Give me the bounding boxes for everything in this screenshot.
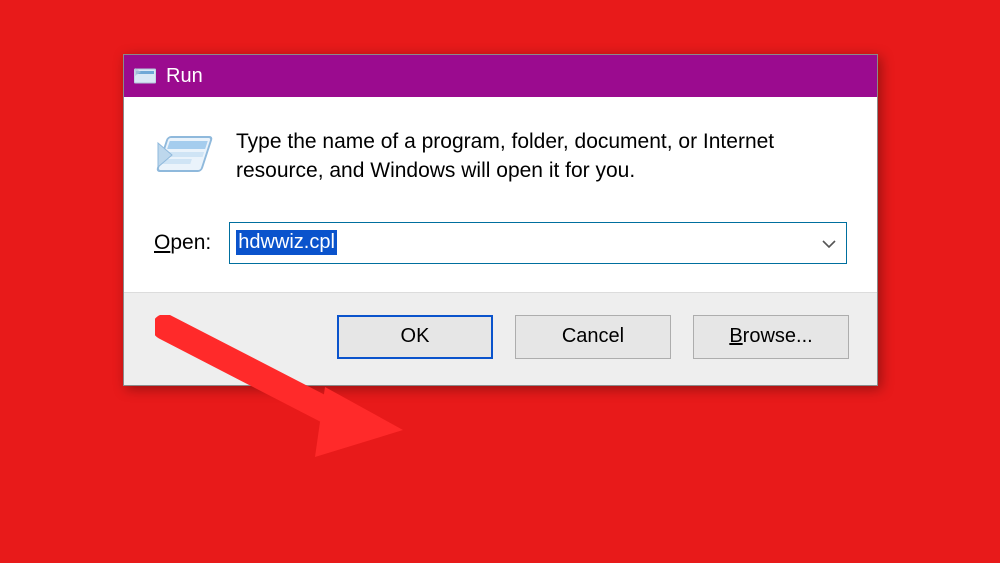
run-program-icon (154, 131, 214, 183)
dialog-body: Type the name of a program, folder, docu… (124, 97, 877, 292)
cancel-button[interactable]: Cancel (515, 315, 671, 359)
ok-button[interactable]: OK (337, 315, 493, 359)
chevron-down-icon[interactable] (822, 235, 836, 251)
titlebar-title: Run (166, 65, 203, 88)
button-bar: OK Cancel Browse... (124, 292, 877, 385)
open-combobox[interactable]: hdwwiz.cpl (229, 222, 847, 264)
open-label: Open: (154, 231, 211, 255)
instruction-text: Type the name of a program, folder, docu… (236, 127, 816, 186)
titlebar[interactable]: Run (124, 55, 877, 97)
browse-button[interactable]: Browse... (693, 315, 849, 359)
run-dialog: Run Type the name of a program, folder, … (123, 54, 878, 386)
run-titlebar-icon (134, 67, 156, 85)
open-combobox-value: hdwwiz.cpl (236, 230, 337, 255)
